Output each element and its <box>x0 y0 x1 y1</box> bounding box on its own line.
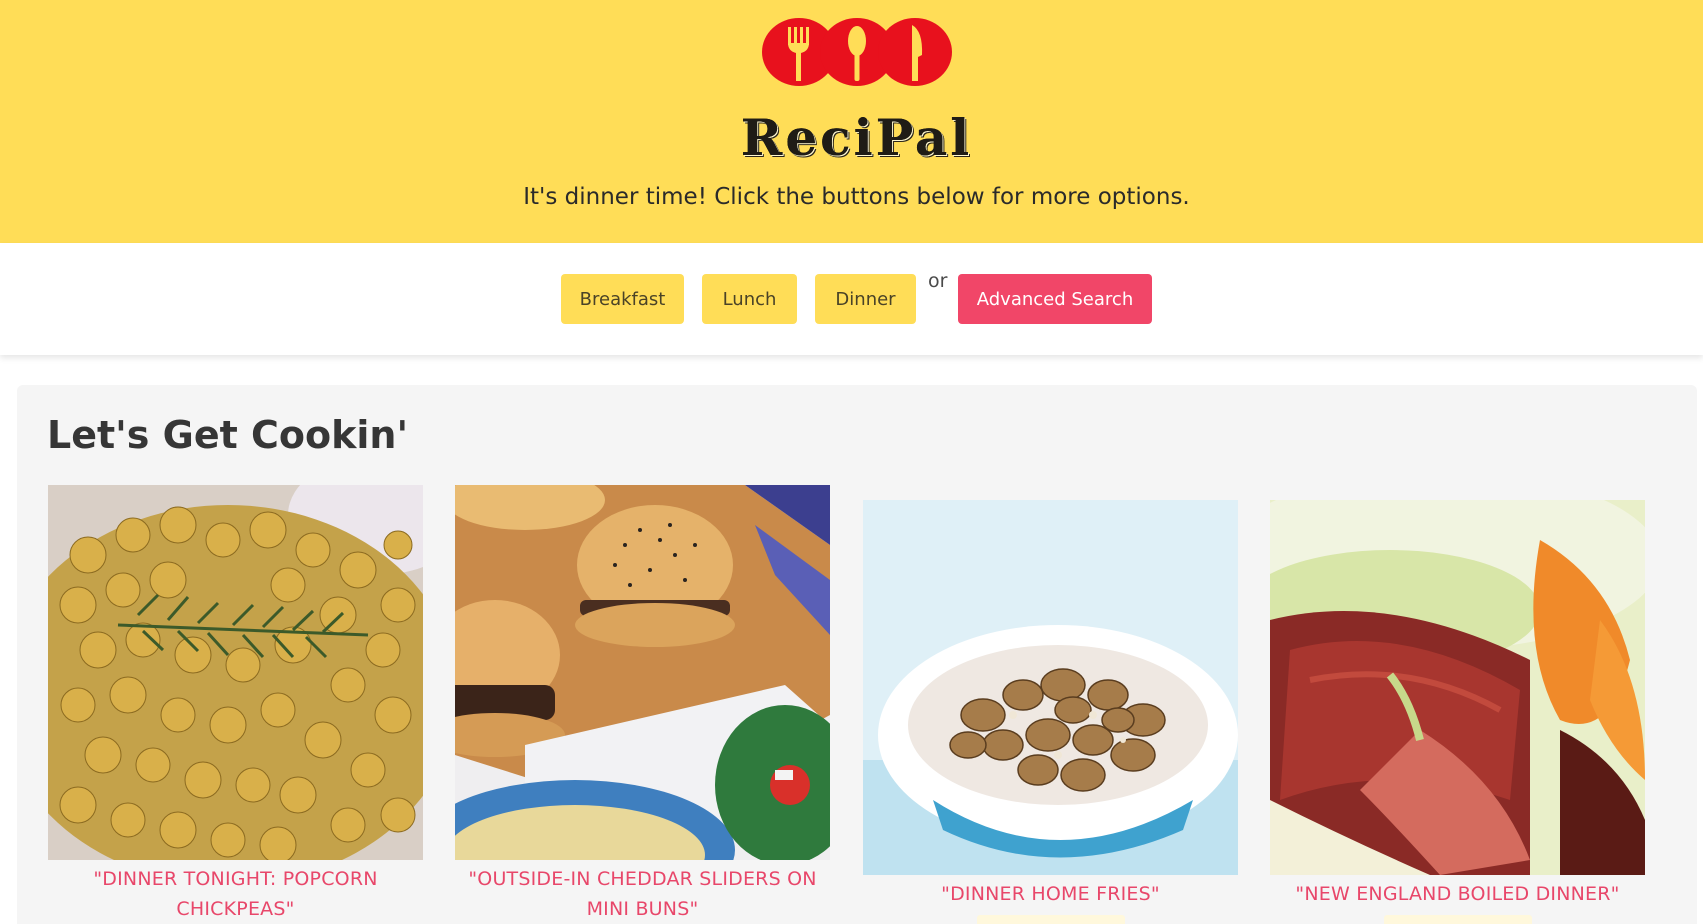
fork-spoon-knife-icon <box>762 17 952 87</box>
recipe-card[interactable]: "DINNER TONIGHT: POPCORN CHICKPEAS" <box>48 485 423 924</box>
lunch-button[interactable]: Lunch <box>702 274 797 324</box>
recipe-image-boiled-dinner[interactable] <box>1270 500 1645 875</box>
recipe-tag <box>976 915 1125 924</box>
recipe-results-panel: Let's Get Cookin' "DINNER TONIGHT: POPCO… <box>17 385 1697 924</box>
recipe-card[interactable]: "NEW ENGLAND BOILED DINNER" <box>1270 500 1645 924</box>
hero-header: ReciPal It's dinner time! Click the butt… <box>0 0 1703 243</box>
recipe-card[interactable]: "OUTSIDE-IN CHEDDAR SLIDERS ON MINI BUNS… <box>455 485 830 924</box>
recipe-title-link[interactable]: "OUTSIDE-IN CHEDDAR SLIDERS ON MINI BUNS… <box>455 864 830 924</box>
breakfast-button[interactable]: Breakfast <box>561 274 684 324</box>
recipe-image-sliders[interactable] <box>455 485 830 860</box>
recipe-title-link[interactable]: "NEW ENGLAND BOILED DINNER" <box>1270 879 1645 909</box>
recipe-title-link[interactable]: "DINNER HOME FRIES" <box>863 879 1238 909</box>
recipe-card[interactable]: "DINNER HOME FRIES" <box>863 500 1238 924</box>
recipe-image-chickpeas[interactable] <box>48 485 423 860</box>
tagline: It's dinner time! Click the buttons belo… <box>523 184 1190 210</box>
section-title: Let's Get Cookin' <box>47 413 409 457</box>
meal-nav-bar: Breakfast Lunch Dinner or Advanced Searc… <box>0 243 1703 355</box>
or-label: or <box>928 270 948 292</box>
advanced-search-button[interactable]: Advanced Search <box>958 274 1152 324</box>
dinner-button[interactable]: Dinner <box>815 274 916 324</box>
recipe-title-link[interactable]: "DINNER TONIGHT: POPCORN CHICKPEAS" <box>48 864 423 924</box>
recipe-tag <box>1383 915 1532 924</box>
brand-title: ReciPal <box>740 108 973 167</box>
recipe-image-home-fries[interactable] <box>863 500 1238 875</box>
